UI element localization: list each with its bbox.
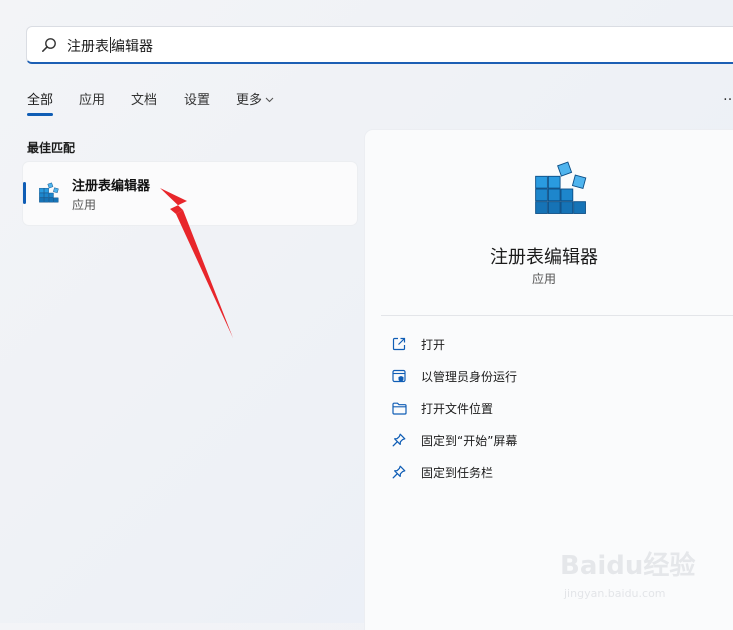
search-query-text: 注册表 [67, 39, 109, 55]
divider [381, 315, 733, 316]
search-query-rest: 编辑器 [111, 39, 153, 55]
tab-documents[interactable]: 文档 [131, 89, 157, 108]
search-input[interactable]: 注册表 编辑器 [67, 36, 153, 56]
action-open-file-location[interactable]: 打开文件位置 [391, 397, 493, 419]
tab-apps[interactable]: 应用 [79, 89, 105, 108]
search-box[interactable]: 注册表 编辑器 [26, 26, 733, 64]
registry-editor-large-icon [532, 160, 590, 222]
action-open-file-location-label: 打开文件位置 [421, 401, 494, 416]
search-icon [41, 37, 57, 53]
admin-shield-icon [391, 368, 407, 384]
action-open[interactable]: 打开 [391, 333, 445, 355]
action-run-as-admin-label: 以管理员身份运行 [421, 369, 518, 384]
action-pin-to-taskbar[interactable]: 固定到任务栏 [391, 461, 493, 483]
best-match-heading: 最佳匹配 [27, 141, 76, 155]
overflow-menu-button[interactable]: … [723, 88, 733, 104]
action-open-label: 打开 [421, 337, 446, 352]
tab-more-label: 更多 [236, 93, 263, 108]
pin-icon [391, 432, 407, 448]
chevron-down-icon [265, 92, 274, 107]
details-pane: 注册表编辑器 应用 打开 以管理员身份运行 打开文件位置 固定到“开始”屏幕 固… [365, 130, 733, 630]
best-match-kind: 应用 [72, 198, 97, 212]
action-run-as-admin[interactable]: 以管理员身份运行 [391, 365, 517, 387]
details-title: 注册表编辑器 [490, 247, 598, 268]
action-pin-to-taskbar-label: 固定到任务栏 [421, 465, 494, 480]
best-match-result[interactable]: 注册表编辑器 应用 [23, 162, 357, 225]
best-match-name: 注册表编辑器 [72, 179, 151, 194]
open-external-icon [391, 336, 407, 352]
action-pin-to-start[interactable]: 固定到“开始”屏幕 [391, 429, 517, 451]
annotation-arrow-shaft [176, 210, 233, 338]
registry-editor-icon [38, 182, 60, 208]
tab-all[interactable]: 全部 [27, 89, 54, 116]
pin-icon [391, 464, 407, 480]
tab-settings[interactable]: 设置 [184, 89, 210, 108]
selection-indicator [23, 182, 26, 204]
action-pin-to-start-label: 固定到“开始”屏幕 [421, 433, 518, 448]
details-kind: 应用 [531, 272, 556, 286]
folder-icon [391, 400, 407, 416]
tab-more[interactable]: 更多 [236, 89, 274, 108]
